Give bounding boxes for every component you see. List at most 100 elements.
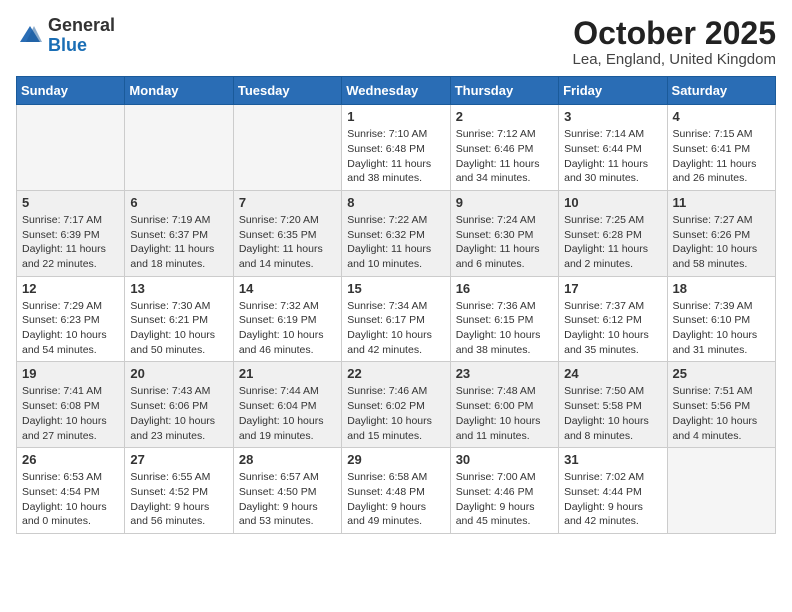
day-number: 15 xyxy=(347,281,444,296)
day-number: 3 xyxy=(564,109,661,124)
calendar-cell: 9 Sunrise: 7:24 AM Sunset: 6:30 PM Daylig… xyxy=(450,190,558,276)
day-number: 8 xyxy=(347,195,444,210)
calendar-cell: 22Sunrise: 7:46 AM Sunset: 6:02 PM Dayli… xyxy=(342,362,450,448)
day-info: Sunrise: 7:00 AM Sunset: 4:46 PM Dayligh… xyxy=(456,470,553,529)
calendar-cell: 21 Sunrise: 7:44 AM Sunset: 6:04 PM Dayli… xyxy=(233,362,341,448)
day-number: 9 xyxy=(456,195,553,210)
day-number: 5 xyxy=(22,195,119,210)
day-info: Sunrise: 7:17 AM Sunset: 6:39 PM Dayligh… xyxy=(22,213,119,272)
calendar-cell: 3 Sunrise: 7:14 AM Sunset: 6:44 PM Daylig… xyxy=(559,105,667,191)
day-info: Sunrise: 7:36 AM Sunset: 6:15 PM Dayligh… xyxy=(456,299,553,358)
day-info: Sunrise: 7:34 AM Sunset: 6:17 PM Dayligh… xyxy=(347,299,444,358)
day-number: 6 xyxy=(130,195,227,210)
title-block: October 2025 Lea, England, United Kingdo… xyxy=(573,16,776,68)
day-number: 26 xyxy=(22,452,119,467)
day-info: Sunrise: 6:53 AM Sunset: 4:54 PM Dayligh… xyxy=(22,470,119,529)
calendar-week-row: 19 Sunrise: 7:41 AM Sunset: 6:08 PM Dayli… xyxy=(17,362,776,448)
calendar-cell: 23 Sunrise: 7:48 AM Sunset: 6:00 PM Dayli… xyxy=(450,362,558,448)
calendar-cell: 18Sunrise: 7:39 AM Sunset: 6:10 PM Dayli… xyxy=(667,276,775,362)
day-number: 30 xyxy=(456,452,553,467)
day-info: Sunrise: 7:29 AM Sunset: 6:23 PM Dayligh… xyxy=(22,299,119,358)
day-info: Sunrise: 7:43 AM Sunset: 6:06 PM Dayligh… xyxy=(130,384,227,443)
calendar-cell: 26 Sunrise: 6:53 AM Sunset: 4:54 PM Dayli… xyxy=(17,448,125,534)
page-header: General Blue October 2025 Lea, England, … xyxy=(16,16,776,68)
day-number: 22 xyxy=(347,366,444,381)
day-number: 27 xyxy=(130,452,227,467)
day-info: Sunrise: 7:14 AM Sunset: 6:44 PM Dayligh… xyxy=(564,127,661,186)
weekday-header: Sunday xyxy=(17,77,125,105)
logo-blue: Blue xyxy=(48,35,87,55)
calendar-cell: 8 Sunrise: 7:22 AM Sunset: 6:32 PM Daylig… xyxy=(342,190,450,276)
day-number: 4 xyxy=(673,109,770,124)
calendar-cell: 16 Sunrise: 7:36 AM Sunset: 6:15 PM Dayli… xyxy=(450,276,558,362)
day-number: 10 xyxy=(564,195,661,210)
day-number: 23 xyxy=(456,366,553,381)
day-number: 1 xyxy=(347,109,444,124)
day-info: Sunrise: 7:24 AM Sunset: 6:30 PM Dayligh… xyxy=(456,213,553,272)
calendar-cell: 17 Sunrise: 7:37 AM Sunset: 6:12 PM Dayli… xyxy=(559,276,667,362)
day-info: Sunrise: 7:32 AM Sunset: 6:19 PM Dayligh… xyxy=(239,299,336,358)
logo-icon xyxy=(16,22,44,50)
calendar-week-row: 1Sunrise: 7:10 AM Sunset: 6:48 PM Daylig… xyxy=(17,105,776,191)
day-info: Sunrise: 7:51 AM Sunset: 5:56 PM Dayligh… xyxy=(673,384,770,443)
calendar-week-row: 26 Sunrise: 6:53 AM Sunset: 4:54 PM Dayli… xyxy=(17,448,776,534)
calendar-cell xyxy=(17,105,125,191)
day-info: Sunrise: 7:30 AM Sunset: 6:21 PM Dayligh… xyxy=(130,299,227,358)
calendar-cell: 13Sunrise: 7:30 AM Sunset: 6:21 PM Dayli… xyxy=(125,276,233,362)
day-number: 21 xyxy=(239,366,336,381)
calendar-cell: 11Sunrise: 7:27 AM Sunset: 6:26 PM Dayli… xyxy=(667,190,775,276)
logo: General Blue xyxy=(16,16,115,56)
weekday-header: Saturday xyxy=(667,77,775,105)
day-info: Sunrise: 7:48 AM Sunset: 6:00 PM Dayligh… xyxy=(456,384,553,443)
calendar-cell xyxy=(667,448,775,534)
calendar-cell: 14Sunrise: 7:32 AM Sunset: 6:19 PM Dayli… xyxy=(233,276,341,362)
day-number: 2 xyxy=(456,109,553,124)
day-info: Sunrise: 7:37 AM Sunset: 6:12 PM Dayligh… xyxy=(564,299,661,358)
month-title: October 2025 xyxy=(573,16,776,51)
day-info: Sunrise: 7:02 AM Sunset: 4:44 PM Dayligh… xyxy=(564,470,661,529)
calendar-cell: 7Sunrise: 7:20 AM Sunset: 6:35 PM Daylig… xyxy=(233,190,341,276)
calendar-cell: 30 Sunrise: 7:00 AM Sunset: 4:46 PM Dayli… xyxy=(450,448,558,534)
calendar-cell: 15 Sunrise: 7:34 AM Sunset: 6:17 PM Dayli… xyxy=(342,276,450,362)
day-info: Sunrise: 7:22 AM Sunset: 6:32 PM Dayligh… xyxy=(347,213,444,272)
calendar-cell xyxy=(233,105,341,191)
day-number: 19 xyxy=(22,366,119,381)
calendar-week-row: 5 Sunrise: 7:17 AM Sunset: 6:39 PM Daylig… xyxy=(17,190,776,276)
calendar-cell: 12Sunrise: 7:29 AM Sunset: 6:23 PM Dayli… xyxy=(17,276,125,362)
calendar-cell: 20 Sunrise: 7:43 AM Sunset: 6:06 PM Dayli… xyxy=(125,362,233,448)
day-info: Sunrise: 6:58 AM Sunset: 4:48 PM Dayligh… xyxy=(347,470,444,529)
calendar-cell: 10 Sunrise: 7:25 AM Sunset: 6:28 PM Dayli… xyxy=(559,190,667,276)
weekday-header: Wednesday xyxy=(342,77,450,105)
calendar-cell: 25 Sunrise: 7:51 AM Sunset: 5:56 PM Dayli… xyxy=(667,362,775,448)
day-number: 29 xyxy=(347,452,444,467)
logo-general: General xyxy=(48,15,115,35)
day-number: 17 xyxy=(564,281,661,296)
location: Lea, England, United Kingdom xyxy=(573,51,776,68)
calendar-cell: 1Sunrise: 7:10 AM Sunset: 6:48 PM Daylig… xyxy=(342,105,450,191)
day-number: 16 xyxy=(456,281,553,296)
calendar-cell: 19 Sunrise: 7:41 AM Sunset: 6:08 PM Dayli… xyxy=(17,362,125,448)
weekday-header: Friday xyxy=(559,77,667,105)
day-info: Sunrise: 7:27 AM Sunset: 6:26 PM Dayligh… xyxy=(673,213,770,272)
calendar-cell: 6 Sunrise: 7:19 AM Sunset: 6:37 PM Daylig… xyxy=(125,190,233,276)
day-info: Sunrise: 7:39 AM Sunset: 6:10 PM Dayligh… xyxy=(673,299,770,358)
calendar-cell: 5 Sunrise: 7:17 AM Sunset: 6:39 PM Daylig… xyxy=(17,190,125,276)
weekday-header-row: SundayMondayTuesdayWednesdayThursdayFrid… xyxy=(17,77,776,105)
day-info: Sunrise: 7:19 AM Sunset: 6:37 PM Dayligh… xyxy=(130,213,227,272)
day-number: 20 xyxy=(130,366,227,381)
calendar-cell: 2Sunrise: 7:12 AM Sunset: 6:46 PM Daylig… xyxy=(450,105,558,191)
weekday-header: Monday xyxy=(125,77,233,105)
calendar-cell: 27 Sunrise: 6:55 AM Sunset: 4:52 PM Dayli… xyxy=(125,448,233,534)
calendar-cell: 24Sunrise: 7:50 AM Sunset: 5:58 PM Dayli… xyxy=(559,362,667,448)
weekday-header: Thursday xyxy=(450,77,558,105)
day-number: 25 xyxy=(673,366,770,381)
day-info: Sunrise: 7:25 AM Sunset: 6:28 PM Dayligh… xyxy=(564,213,661,272)
day-info: Sunrise: 7:41 AM Sunset: 6:08 PM Dayligh… xyxy=(22,384,119,443)
weekday-header: Tuesday xyxy=(233,77,341,105)
day-info: Sunrise: 7:50 AM Sunset: 5:58 PM Dayligh… xyxy=(564,384,661,443)
calendar-cell xyxy=(125,105,233,191)
calendar-cell: 28Sunrise: 6:57 AM Sunset: 4:50 PM Dayli… xyxy=(233,448,341,534)
day-info: Sunrise: 7:44 AM Sunset: 6:04 PM Dayligh… xyxy=(239,384,336,443)
day-info: Sunrise: 6:55 AM Sunset: 4:52 PM Dayligh… xyxy=(130,470,227,529)
day-info: Sunrise: 7:15 AM Sunset: 6:41 PM Dayligh… xyxy=(673,127,770,186)
